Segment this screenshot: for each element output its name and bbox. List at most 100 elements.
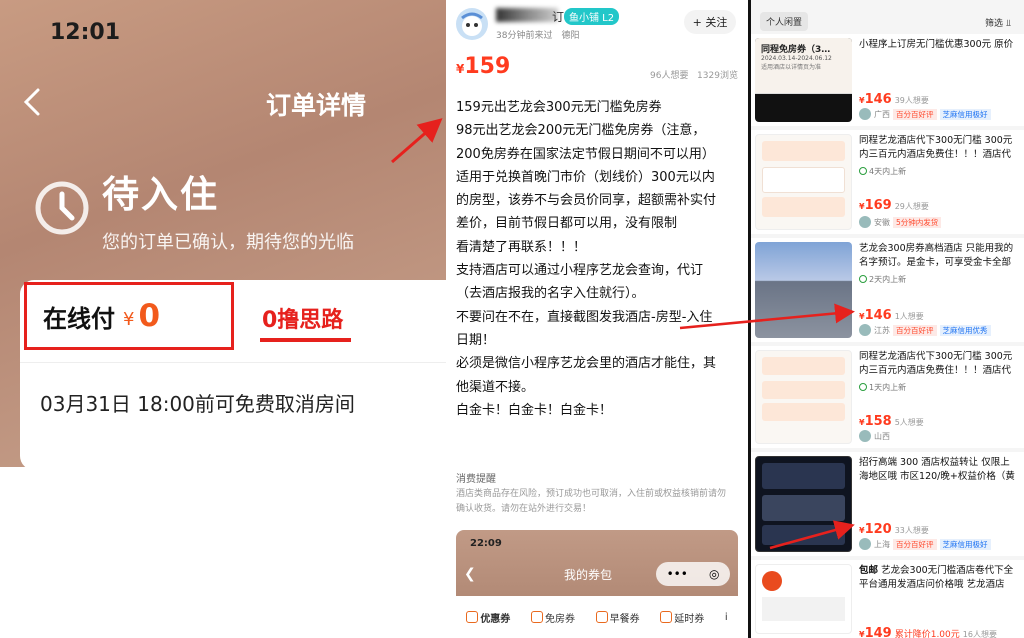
item-price: ¥146 39人想要 — [859, 92, 929, 107]
thumb-title: 同程免房券（3… — [761, 45, 831, 55]
description-line: 看清楚了再联系！！！ — [456, 239, 587, 255]
back-arrow-icon: ❮ — [464, 566, 476, 582]
notice-title: 消费提醒 — [456, 474, 496, 485]
description-line: 差价，目前节假日都可以用，没有限制 — [456, 216, 678, 232]
description-line: 不要问在不在，直接截图发我酒店-房型-入住 — [456, 309, 713, 325]
more-icon: ••• — [666, 567, 688, 581]
description-line: 支持酒店可以通过小程序艺龙会查询，代订 — [456, 263, 704, 279]
notice-text: 酒店类商品存在风险，预订成功也可取消，入住前或权益核销前请勿确认收货。请勿在站外… — [456, 489, 727, 514]
panel-edge — [748, 0, 751, 638]
item-price: ¥120 33人想要 — [859, 522, 929, 537]
item-thumbnail — [755, 134, 852, 230]
coupon-wallet-title: 我的券包 — [564, 568, 613, 582]
listing-description: 159元出艺龙会300元无门槛免房券 98元出艺龙会200元无门槛免房券（注意，… — [456, 96, 741, 422]
seller-avatar — [859, 108, 871, 120]
item-thumbnail — [755, 456, 852, 552]
listing-results-panel: 个人闲置 筛选 ⫫ 同程免房券（3… 2024.03.14-2024.06.12… — [748, 0, 1024, 638]
back-arrow-icon[interactable] — [16, 84, 52, 120]
seller-name-tail: 订 — [552, 10, 565, 24]
divider — [20, 362, 446, 363]
tab-free-room[interactable]: 免房券 — [530, 610, 575, 625]
pay-value: 0 — [138, 298, 161, 334]
item-title: 艺龙会300房券高档酒店 只能用我的名字预订。是金卡，可享受金卡全部 — [859, 243, 1014, 268]
item-price: ¥146 1人想要 — [859, 308, 924, 323]
pay-label: 在线付 — [43, 304, 115, 333]
item-title: 包邮 艺龙会300无门槛酒店卷代下全平台通用发酒店问价格哦 艺龙酒店 — [859, 565, 1014, 590]
item-title: 小程序上订房无门槛优惠300元 原价 — [859, 39, 1014, 50]
description-line: 他渠道不接。 — [456, 379, 535, 395]
order-detail-panel: 12:01 订单详情 待入住 您的订单已确认，期待您的光临 在线付 ¥ 0 0撸… — [0, 0, 446, 467]
free-shipping-label: 包邮 — [859, 565, 879, 576]
tab-personal-idle[interactable]: 个人闲置 — [760, 12, 809, 31]
price-value: 159 — [464, 54, 511, 79]
list-item[interactable]: 同程艺龙酒店代下300无门槛 300元内三百元内酒店免费住！！！酒店代 1天内上… — [751, 346, 1024, 448]
thumb-sub: 适用酒店以详情页为准 — [761, 64, 822, 71]
breakfast-icon — [595, 611, 608, 623]
list-item[interactable]: 艺龙会300房券高档酒店 只能用我的名字预订。是金卡，可享受金卡全部 2天内上新… — [751, 238, 1024, 342]
room-icon — [530, 611, 543, 623]
clock-icon — [35, 181, 89, 235]
order-status: 待入住 — [102, 173, 219, 216]
description-line: （去酒店报我的名字入住就行）。 — [456, 286, 645, 302]
order-status-subtitle: 您的订单已确认，期待您的光临 — [102, 232, 354, 253]
description-line: 的房型，该券不与会员价同享，超额需补实付 — [456, 193, 717, 209]
tab-more[interactable]: i — [725, 612, 728, 623]
free-cancel-note: 03月31日 18:00前可免费取消房间 — [40, 392, 355, 416]
item-new-tag: 1天内上新 — [859, 382, 906, 393]
item-price: ¥169 29人想要 — [859, 198, 929, 213]
item-seller: 江苏 百分百好评 芝麻信用优秀 — [859, 324, 991, 336]
seller-name-blurred — [496, 8, 558, 22]
seller-avatar — [859, 216, 871, 228]
seller-avatar — [859, 324, 871, 336]
item-thumbnail — [755, 564, 852, 634]
seller-avatar — [859, 430, 871, 442]
tab-breakfast[interactable]: 早餐券 — [595, 610, 640, 625]
item-title: 招行高端 300 酒店权益转让 仅限上海地区哦 市区120/晚+权益价格（黄 — [859, 457, 1015, 482]
online-pay-highlight-box: 在线付 ¥ 0 — [24, 282, 234, 350]
thumb-date: 2024.03.14-2024.06.12 — [761, 55, 832, 62]
want-count: 96人想要 — [650, 71, 689, 81]
item-thumbnail: 同程免房券（3… 2024.03.14-2024.06.12 适用酒店以详情页为… — [755, 38, 852, 122]
filter-button[interactable]: 筛选 ⫫ — [985, 16, 1011, 29]
coupon-tabs: 优惠券 免房券 早餐券 延时券 i — [456, 596, 738, 638]
list-item[interactable]: 包邮 艺龙会300无门槛酒店卷代下全平台通用发酒店问价格哦 艺龙酒店 ¥149 累… — [751, 560, 1024, 638]
status-bar-time: 12:01 — [50, 20, 121, 45]
list-item[interactable]: 同程艺龙酒店代下300无门槛 300元内三百元内酒店免费住！！！酒店代 4天内上… — [751, 130, 1024, 234]
item-seller: 广西 百分百好评 芝麻信用极好 — [859, 108, 991, 120]
close-target-icon: ◎ — [708, 567, 720, 581]
listing-stats: 96人想要 1329浏览 — [650, 68, 738, 81]
tab-late-checkout[interactable]: 延时券 — [660, 610, 704, 625]
item-thumbnail — [755, 242, 852, 338]
annotation-underline — [260, 338, 351, 342]
item-seller: 山西 — [859, 430, 890, 442]
item-price: ¥149 累计降价1.00元 16人想要 — [859, 626, 997, 638]
follow-button[interactable]: + 关注 — [684, 10, 736, 34]
description-line: 适用于兑换首晚门市价（划线价）300元以内 — [456, 169, 715, 185]
miniapp-capsule: ••• ◎ — [656, 562, 730, 586]
seller-meta: 38分钟前来过 德阳 — [496, 31, 580, 41]
annotation-text: 0撸思路 — [262, 308, 344, 333]
list-item[interactable]: 招行高端 300 酒店权益转让 仅限上海地区哦 市区120/晚+权益价格（黄 ¥… — [751, 452, 1024, 556]
item-seller: 上海 百分百好评 芝麻信用极好 — [859, 538, 991, 550]
item-seller: 安徽 5分钟内发货 — [859, 216, 942, 228]
item-price: ¥158 5人想要 — [859, 414, 924, 429]
description-line: 200免房券在国家法定节假日期间不可以用） — [456, 146, 715, 162]
coupon-icon — [466, 611, 479, 623]
item-thumbnail — [755, 350, 852, 444]
page-title: 订单详情 — [266, 91, 367, 120]
tab-coupon[interactable]: 优惠券 — [466, 610, 510, 625]
view-count: 1329浏览 — [697, 71, 738, 81]
coupon-wallet-screenshot: 22:09 ❮ 我的券包 ••• ◎ 优惠券 免房券 早餐券 延时券 i — [456, 530, 738, 638]
description-line: 98元出艺龙会200元无门槛免房券（注意， — [456, 123, 706, 139]
seller-avatar[interactable] — [456, 8, 488, 40]
item-title: 同程艺龙酒店代下300无门槛 300元内三百元内酒店免费住！！！酒店代 — [859, 351, 1013, 376]
description-line: 白金卡！白金卡！白金卡！ — [456, 402, 613, 418]
item-new-tag: 4天内上新 — [859, 166, 906, 177]
listing-price: ¥159 — [456, 54, 510, 79]
description-line: 159元出艺龙会300元无门槛免房券 — [456, 100, 662, 115]
listing-detail-panel: 订 鱼小铺 L2 38分钟前来过 德阳 + 关注 ¥159 96人想要 1329… — [446, 0, 748, 638]
seller-level-badge: 鱼小铺 L2 — [564, 8, 620, 25]
description-line: 必须是微信小程序艺龙会里的酒店才能住，其 — [456, 356, 717, 372]
filter-icon: ⫫ — [1005, 19, 1011, 29]
list-item[interactable]: 同程免房券（3… 2024.03.14-2024.06.12 适用酒店以详情页为… — [751, 34, 1024, 126]
